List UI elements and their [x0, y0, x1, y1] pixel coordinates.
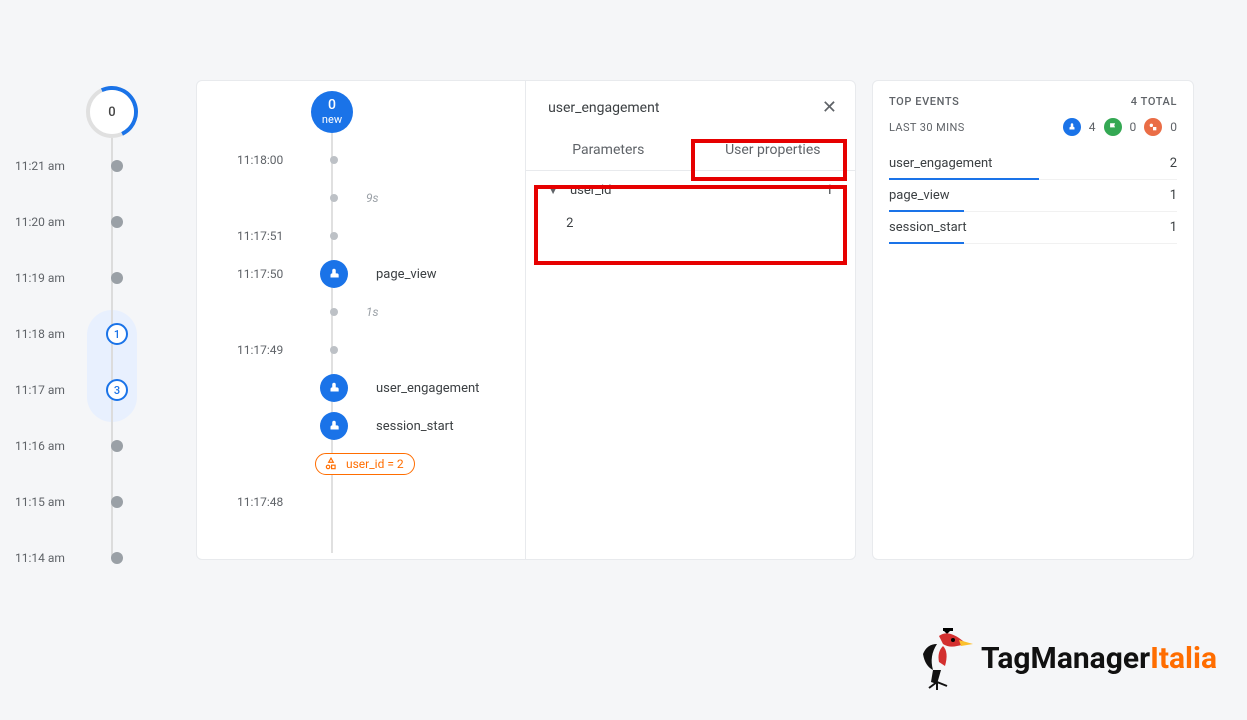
user-property-chip[interactable]: user_id = 2 [315, 453, 415, 475]
timeline-dot [330, 156, 338, 164]
minute-row[interactable]: 11:16 am [15, 418, 180, 474]
second-row: 1s [237, 293, 525, 331]
minute-row[interactable]: 11:15 am [15, 474, 180, 530]
live-count-node[interactable]: 0 [90, 90, 134, 134]
touch-icon [320, 412, 348, 440]
minute-node [111, 440, 123, 452]
second-label: 11:17:48 [237, 495, 297, 509]
minute-label: 11:14 am [15, 551, 69, 565]
second-label: 11:17:49 [237, 343, 297, 357]
touch-icon [320, 374, 348, 402]
detail-title: user_engagement [548, 100, 659, 116]
touch-icon [1063, 118, 1081, 136]
second-label: 11:17:51 [237, 229, 297, 243]
event-summary-row[interactable]: user_engagement 2 [889, 148, 1177, 180]
minute-label: 11:16 am [15, 439, 69, 453]
second-row: 11:18:00 [237, 141, 525, 179]
touch-icon [320, 260, 348, 288]
close-icon[interactable]: ✕ [822, 97, 837, 118]
minute-label: 11:17 am [15, 383, 69, 397]
woodpecker-icon [919, 626, 975, 690]
minute-node [111, 552, 123, 564]
second-row: user_id = 2 [237, 445, 525, 483]
minute-label: 11:21 am [15, 159, 69, 173]
logo-brand: TagManager [981, 641, 1150, 676]
panel-total: 4 TOTAL [1131, 95, 1177, 108]
time-gap: 9s [366, 191, 379, 205]
time-gap: 1s [366, 305, 379, 319]
second-label: 11:18:00 [237, 153, 297, 167]
timeline-dot [330, 194, 338, 202]
badge-count: 4 [1089, 120, 1096, 134]
event-bar [889, 242, 964, 244]
timeline-dot [330, 308, 338, 316]
second-row: 11:17:49 [237, 331, 525, 369]
event-summary-row[interactable]: session_start 1 [889, 212, 1177, 244]
minute-node [111, 496, 123, 508]
event-count: 1 [1170, 188, 1177, 203]
new-events-badge[interactable]: 0 new [311, 91, 353, 133]
minute-node-active: 1 [106, 323, 128, 345]
new-count: 0 [328, 98, 336, 113]
event-name[interactable]: user_engagement [376, 381, 479, 396]
second-row: 11:17:48 [237, 483, 525, 521]
second-row: session_start [237, 407, 525, 445]
minute-label: 11:15 am [15, 495, 69, 509]
minute-timeline: 0 11:21 am 11:20 am 11:19 am 11:18 am 1 11:17… [0, 10, 180, 586]
minute-node [111, 160, 123, 172]
minute-node [111, 216, 123, 228]
event-name[interactable]: page_view [376, 267, 437, 282]
brand-logo: TagManagerItalia [919, 626, 1217, 690]
event-detail-panel: user_engagement ✕ Parameters User proper… [526, 81, 855, 559]
second-timeline: 0 new 11:18:00 9s 11:17:51 11:17:50 page_vie… [197, 81, 526, 559]
event-name[interactable]: session_start [376, 419, 454, 434]
second-row: 11:17:50 page_view [237, 255, 525, 293]
timeline-dot [330, 232, 338, 240]
new-label: new [322, 114, 342, 126]
top-events-panel: TOP EVENTS 4 TOTAL LAST 30 MINS 4 0 0 us… [872, 80, 1194, 560]
second-row: 9s [237, 179, 525, 217]
highlight-annotation [691, 139, 847, 181]
second-row: 11:17:51 [237, 217, 525, 255]
minute-node [111, 272, 123, 284]
tab-parameters[interactable]: Parameters [526, 130, 690, 170]
event-name: user_engagement [889, 156, 992, 171]
timeline-dot [330, 346, 338, 354]
minute-row[interactable]: 11:19 am [15, 250, 180, 306]
event-name: page_view [889, 188, 950, 203]
minute-label: 11:18 am [15, 327, 69, 341]
panel-title: TOP EVENTS [889, 95, 959, 108]
event-stream-panel: 0 new 11:18:00 9s 11:17:51 11:17:50 page_vie… [196, 80, 856, 560]
event-type-badges: 4 0 0 [1063, 118, 1177, 136]
minute-node-active: 3 [106, 379, 128, 401]
minute-row[interactable]: 11:21 am [15, 138, 180, 194]
minute-label: 11:19 am [15, 271, 69, 285]
flag-icon [1104, 118, 1122, 136]
shapes-icon [1144, 118, 1162, 136]
highlight-annotation [534, 185, 847, 265]
badge-count: 0 [1130, 120, 1137, 134]
second-label: 11:17:50 [237, 267, 297, 281]
event-summary-row[interactable]: page_view 1 [889, 180, 1177, 212]
minute-row[interactable]: 11:20 am [15, 194, 180, 250]
panel-subtitle: LAST 30 MINS [889, 121, 965, 134]
minute-row[interactable]: 11:14 am [15, 530, 180, 586]
timeline-line [111, 138, 113, 558]
logo-suffix: Italia [1150, 641, 1217, 676]
event-name: session_start [889, 220, 967, 235]
badge-count: 0 [1170, 120, 1177, 134]
second-row: user_engagement [237, 369, 525, 407]
minute-label: 11:20 am [15, 215, 69, 229]
event-count: 1 [1170, 220, 1177, 235]
event-count: 2 [1170, 156, 1177, 171]
